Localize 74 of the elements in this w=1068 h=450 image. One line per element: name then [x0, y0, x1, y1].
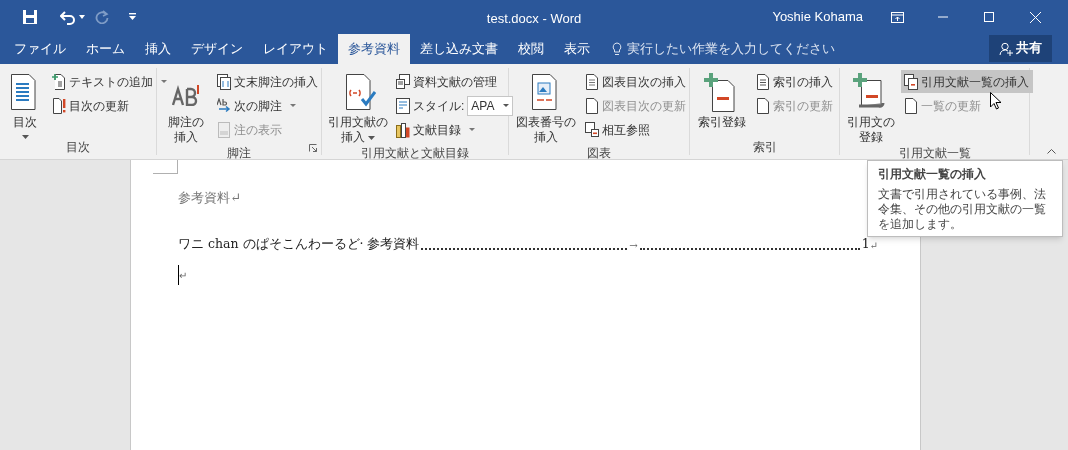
ribbon-button[interactable]: 資料文献の管理 [393, 70, 501, 93]
stacked-pages-icon [217, 73, 231, 90]
redo-icon[interactable] [95, 10, 109, 24]
undo-icon[interactable] [60, 9, 76, 25]
superscript-letters-icon [172, 83, 200, 106]
ribbon-tab[interactable]: レイアウト [253, 34, 338, 64]
page-icon [756, 97, 770, 114]
books-icon [396, 121, 410, 138]
group-label: 引用文献と文献目録 [361, 145, 469, 161]
ribbon-button[interactable]: 図表目次の挿入 [582, 70, 690, 93]
page-icon [585, 97, 599, 114]
caret-icon [21, 135, 29, 139]
paragraph-mark: ↵ [179, 268, 187, 283]
group-label: 図表 [587, 145, 611, 161]
dialog-launcher-icon[interactable] [309, 144, 317, 152]
page-icon [904, 97, 918, 114]
ribbon-button[interactable]: 文末脚注の挿入 [214, 70, 322, 93]
large-ribbon-button[interactable]: 引用文の 登録 [843, 70, 899, 145]
caret-icon [161, 80, 167, 83]
caret-icon [503, 104, 510, 107]
list-page-icon [396, 97, 410, 114]
ribbon-button[interactable]: 引用文献一覧の挿入 [901, 70, 1033, 93]
customize-menu-icon[interactable] [129, 13, 136, 21]
letters-arrow-icon [217, 97, 231, 114]
list-page-icon [585, 73, 599, 90]
ribbon-tab[interactable]: デザイン [181, 34, 253, 64]
maximize-icon[interactable] [984, 12, 994, 22]
linked-pages-icon [585, 121, 599, 138]
user-name[interactable]: Yoshie Kohama [772, 7, 863, 27]
page-corner-mark [153, 160, 178, 174]
document-exclamation-icon [52, 97, 66, 114]
ribbon-button[interactable]: 索引の挿入 [753, 70, 837, 93]
ribbon-button[interactable]: 次の脚注 [214, 94, 300, 117]
tooltip-text: 文書で引用されている事例、法令集、その他の引用文献の一覧を追加します。 [878, 187, 1047, 232]
document-heading: 参考資料↵ [178, 189, 241, 207]
save-icon[interactable] [22, 9, 38, 25]
group-label: 引用文献一覧 [898, 145, 971, 161]
ribbon-tab[interactable]: 参考資料 [338, 34, 410, 64]
ribbon-tab[interactable]: 挿入 [135, 34, 181, 64]
collapse-ribbon-icon[interactable] [1047, 149, 1056, 154]
group-label: 索引 [752, 139, 777, 155]
ribbon-tab[interactable]: 差し込み文書 [410, 34, 508, 64]
tooltip-title: 引用文献一覧の挿入 [878, 166, 987, 183]
mouse-pointer-icon [990, 92, 1002, 110]
tell-me-field[interactable]: 実行したい作業を入力してください [612, 34, 862, 64]
toc-entry: ワニ chan のぱそこんわーるど· 参考資料 → 1↵ [178, 234, 878, 254]
text-cursor [178, 265, 179, 286]
large-ribbon-button[interactable]: 引用文献の 挿入 [325, 70, 391, 145]
close-icon[interactable] [1030, 11, 1041, 23]
window-title: test.docx - Word [486, 10, 582, 28]
ribbon-tab[interactable]: 表示 [554, 34, 600, 64]
person-add-icon [999, 41, 1013, 56]
stacked-pages-icon [904, 73, 918, 90]
group-label: 目次 [66, 139, 90, 155]
ribbon-button[interactable]: 目次の更新 [49, 94, 133, 117]
list-page-icon [756, 73, 770, 90]
caret-icon [469, 128, 475, 131]
lightbulb-icon [612, 42, 622, 56]
large-ribbon-button[interactable]: 索引登録 [693, 70, 751, 139]
ribbon-button[interactable]: 文献目録 [393, 118, 479, 141]
share-button[interactable]: 共有 [989, 35, 1052, 62]
caret-icon[interactable] [79, 15, 85, 19]
ribbon-tab[interactable]: 校閲 [508, 34, 554, 64]
ribbon-display-options-icon[interactable] [891, 11, 904, 23]
group-label: 脚注 [227, 145, 251, 161]
page-icon [217, 121, 231, 138]
ribbon-button[interactable]: 相互参照 [582, 118, 654, 141]
stacked-pages-icon [396, 73, 410, 90]
caret-icon [290, 104, 296, 107]
large-ribbon-button[interactable]: 目次 [3, 70, 47, 139]
document-plus-icon [52, 73, 66, 90]
caret-icon [368, 135, 375, 140]
ribbon-tab[interactable]: ファイル [4, 34, 76, 64]
ribbon-tab[interactable]: ホーム [76, 34, 135, 64]
